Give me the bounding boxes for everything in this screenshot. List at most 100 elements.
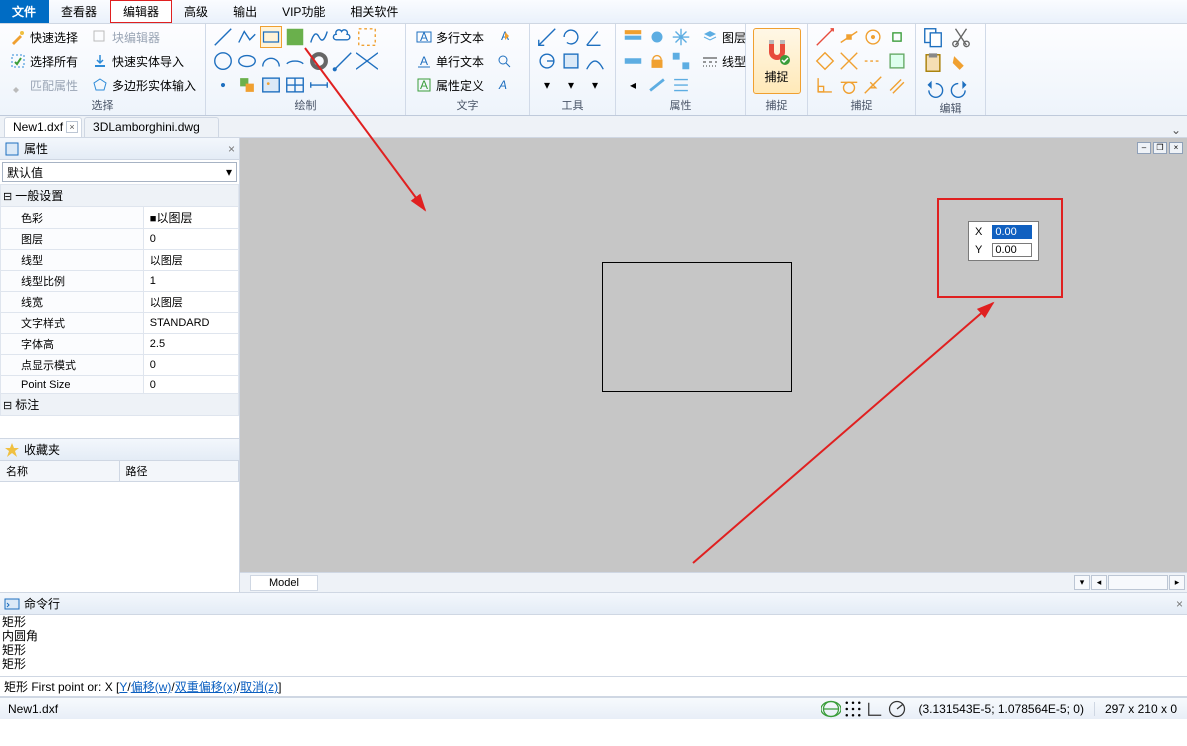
ellipse-tool[interactable] (236, 50, 258, 72)
stext-button[interactable]: A单行文本 (412, 50, 488, 72)
ellipse-arc-tool[interactable] (284, 50, 306, 72)
fav-col-path[interactable]: 路径 (120, 461, 240, 481)
cmd-close-icon[interactable]: × (1176, 597, 1183, 611)
copy-button[interactable] (922, 26, 944, 48)
spline-tool[interactable] (308, 26, 330, 48)
prop-theight-val[interactable]: 2.5 (143, 334, 238, 355)
defaults-dropdown[interactable]: 默认值▾ (2, 162, 237, 182)
prop-pdmode-val[interactable]: 0 (143, 355, 238, 376)
select-all-button[interactable]: 选择所有 (6, 50, 82, 72)
cmd-history[interactable]: 矩形 内圆角 矩形 矩形 (0, 615, 1187, 677)
arc-tool[interactable] (260, 50, 282, 72)
menu-file[interactable]: 文件 (0, 0, 49, 23)
calc-tool[interactable] (584, 50, 606, 72)
drop1[interactable]: ▾ (536, 74, 558, 96)
prop-lweight-val[interactable]: 以图层 (143, 292, 238, 313)
menu-viewer[interactable]: 查看器 (49, 0, 110, 23)
angle-tool[interactable] (584, 26, 606, 48)
section-dim[interactable]: ⊟ 标注 (1, 394, 239, 416)
drop2[interactable]: ▾ (560, 74, 582, 96)
ortho-icon[interactable] (865, 701, 885, 717)
canvas-minimize-icon[interactable]: – (1137, 142, 1151, 154)
dim-dropdown[interactable] (308, 74, 330, 96)
mtext-button[interactable]: A多行文本 (412, 26, 488, 48)
canvas-restore-icon[interactable]: ❐ (1153, 142, 1167, 154)
menu-advanced[interactable]: 高级 (172, 0, 221, 23)
prop-layer-val[interactable]: 0 (143, 229, 238, 250)
cmd-opt-double-offset[interactable]: 双重偏移(x) (175, 678, 237, 695)
attdef-button[interactable]: A属性定义 (412, 74, 488, 96)
snap-cen[interactable] (862, 26, 884, 48)
help-icon[interactable]: ? (1171, 0, 1187, 23)
prop-tstyle-val[interactable]: STANDARD (143, 313, 238, 334)
layer-button[interactable]: 图层 (698, 26, 750, 48)
globe-icon[interactable] (821, 701, 841, 717)
quick-select-button[interactable]: 快速选择 (6, 26, 82, 48)
cmd-opt-cancel[interactable]: 取消(z) (240, 678, 278, 695)
region-tool[interactable] (356, 26, 378, 48)
prop-psize-val[interactable]: 0 (143, 376, 238, 394)
layer-match[interactable] (646, 74, 668, 96)
coord-y-input[interactable] (992, 243, 1032, 257)
hatch-tool[interactable] (284, 26, 306, 48)
snap-ext[interactable] (862, 50, 884, 72)
layer-merge[interactable] (670, 74, 692, 96)
menu-output[interactable]: 输出 (221, 0, 270, 23)
snap-end[interactable] (814, 26, 836, 48)
rectangle-tool[interactable] (260, 26, 282, 48)
cmd-input-line[interactable]: 矩形 First point or: X [ Y / 偏移(w) / 双重偏移(… (0, 677, 1187, 697)
file-tab-2[interactable]: 3DLamborghini.dwg (84, 117, 219, 137)
text-find-button[interactable] (492, 50, 516, 72)
section-general[interactable]: ⊟ 一般设置 (1, 185, 239, 207)
layer-walk[interactable] (670, 50, 692, 72)
radius-tool[interactable] (536, 50, 558, 72)
layer-prev[interactable]: ◂ (622, 74, 644, 96)
drop3[interactable]: ▾ (584, 74, 606, 96)
menu-related[interactable]: 相关软件 (338, 0, 411, 23)
rotate-tool[interactable] (560, 26, 582, 48)
redo-button[interactable] (950, 78, 972, 100)
donut-tool[interactable] (308, 50, 330, 72)
snap-node[interactable] (886, 26, 908, 48)
line-tool[interactable] (212, 26, 234, 48)
close-tab-1-icon[interactable]: × (66, 121, 78, 133)
drawn-rectangle[interactable] (602, 262, 792, 392)
cmd-opt-y[interactable]: Y (119, 680, 127, 694)
point-tool[interactable] (212, 74, 234, 96)
cloud-tool[interactable] (332, 26, 354, 48)
cut-button[interactable] (950, 26, 972, 48)
table-tool[interactable] (284, 74, 306, 96)
polar-icon[interactable] (887, 701, 907, 717)
snap-int[interactable] (838, 50, 860, 72)
grid-toggle-icon[interactable] (843, 701, 863, 717)
canvas-close-icon[interactable]: × (1169, 142, 1183, 154)
measure-tool[interactable] (536, 26, 558, 48)
snap-near[interactable] (862, 74, 884, 96)
layer-lock[interactable] (646, 50, 668, 72)
coord-x-input[interactable] (992, 225, 1032, 239)
prop-ltscale-val[interactable]: 1 (143, 271, 238, 292)
layer-off[interactable] (646, 26, 668, 48)
layout-dropdown-icon[interactable]: ▾ (1074, 575, 1090, 590)
block-insert-tool[interactable] (236, 74, 258, 96)
layer-iso[interactable] (622, 50, 644, 72)
text-edit-button[interactable]: A (492, 26, 516, 48)
xline-tool[interactable] (356, 50, 378, 72)
scroll-left-icon[interactable]: ◂ (1091, 575, 1107, 590)
prop-ltype-val[interactable]: 以图层 (143, 250, 238, 271)
ray-tool[interactable] (332, 50, 354, 72)
image-tool[interactable] (260, 74, 282, 96)
file-tab-1[interactable]: New1.dxf× (4, 117, 82, 137)
layer-freeze[interactable] (670, 26, 692, 48)
snap-toggle-button[interactable]: 捕捉 (753, 28, 801, 94)
cmd-opt-offset[interactable]: 偏移(w) (131, 678, 172, 695)
scroll-right-icon[interactable]: ▸ (1169, 575, 1185, 590)
circle-tool[interactable] (212, 50, 234, 72)
snap-tan[interactable] (838, 74, 860, 96)
layer-state[interactable] (622, 26, 644, 48)
fav-col-name[interactable]: 名称 (0, 461, 120, 481)
text-style-button[interactable]: A (492, 74, 516, 96)
paint-button[interactable] (950, 52, 972, 74)
snap-quad[interactable] (814, 50, 836, 72)
snap-perp[interactable] (814, 74, 836, 96)
